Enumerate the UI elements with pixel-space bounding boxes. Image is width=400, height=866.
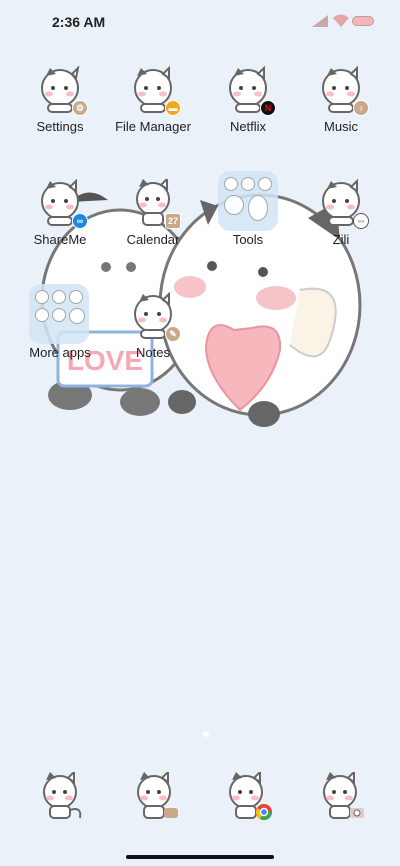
battery-icon	[352, 16, 374, 26]
shareme-icon: ∞	[72, 213, 88, 229]
dock-app-messages[interactable]	[130, 769, 182, 824]
zili-icon: ◦◦	[353, 213, 369, 229]
notes-app-icon: ✎	[129, 291, 181, 342]
app-label: Notes	[136, 345, 170, 360]
notes-icon: ✎	[165, 326, 181, 342]
app-shareme[interactable]: ∞ ShareMe	[17, 178, 103, 275]
music-note-icon: ♪	[353, 100, 369, 116]
app-label: File Manager	[115, 119, 191, 134]
netflix-icon: N	[260, 100, 276, 116]
folder-icon	[218, 171, 278, 231]
calendar-app-icon: 27	[129, 176, 181, 229]
cell-signal-icon	[312, 15, 328, 27]
app-netflix[interactable]: N Netflix	[205, 65, 291, 162]
camera-icon	[323, 769, 364, 819]
app-calendar[interactable]: 27 Calendar	[110, 176, 196, 275]
app-label: Calendar	[126, 232, 180, 247]
music-app-icon: ♪	[317, 65, 369, 116]
app-notes[interactable]: ✎ Notes	[110, 291, 196, 388]
dock-app-chrome[interactable]	[222, 769, 274, 824]
calendar-icon: 27	[165, 213, 181, 229]
app-zili[interactable]: ◦◦ Zili	[298, 178, 384, 275]
page-indicator-dot[interactable]	[203, 731, 209, 737]
app-label: Settings	[36, 119, 84, 134]
app-label: Music	[324, 119, 358, 134]
status-time: 2:36 AM	[52, 14, 106, 30]
file-manager-app-icon: ▬	[129, 65, 181, 116]
app-label: More apps	[29, 345, 91, 360]
message-icon	[137, 769, 178, 819]
app-file-manager[interactable]: ▬ File Manager	[110, 65, 196, 162]
app-more-apps[interactable]: More apps	[17, 284, 103, 388]
app-label: Tools	[232, 232, 264, 247]
wifi-icon	[333, 14, 349, 27]
app-label: Zili	[332, 232, 350, 247]
chrome-icon	[229, 769, 273, 821]
netflix-app-icon: N	[224, 65, 276, 116]
zili-app-icon: ◦◦	[317, 178, 369, 229]
home-gesture-bar[interactable]	[126, 855, 274, 859]
gear-icon: ⚙	[72, 100, 88, 116]
app-label: Netflix	[229, 119, 267, 134]
app-tools[interactable]: Tools	[205, 171, 291, 275]
app-music[interactable]: ♪ Music	[298, 65, 384, 162]
settings-app-icon: ⚙	[36, 64, 88, 116]
app-settings[interactable]: ⚙ Settings	[17, 64, 103, 162]
shareme-app-icon: ∞	[36, 178, 88, 229]
status-bar: 2:36 AM	[0, 0, 400, 44]
phone-icon	[43, 769, 82, 819]
app-label: ShareMe	[33, 232, 87, 247]
folder-icon	[29, 284, 89, 344]
dock-app-camera[interactable]	[316, 769, 368, 824]
folder-icon: ▬	[165, 100, 181, 116]
dock-app-phone[interactable]	[36, 769, 88, 824]
